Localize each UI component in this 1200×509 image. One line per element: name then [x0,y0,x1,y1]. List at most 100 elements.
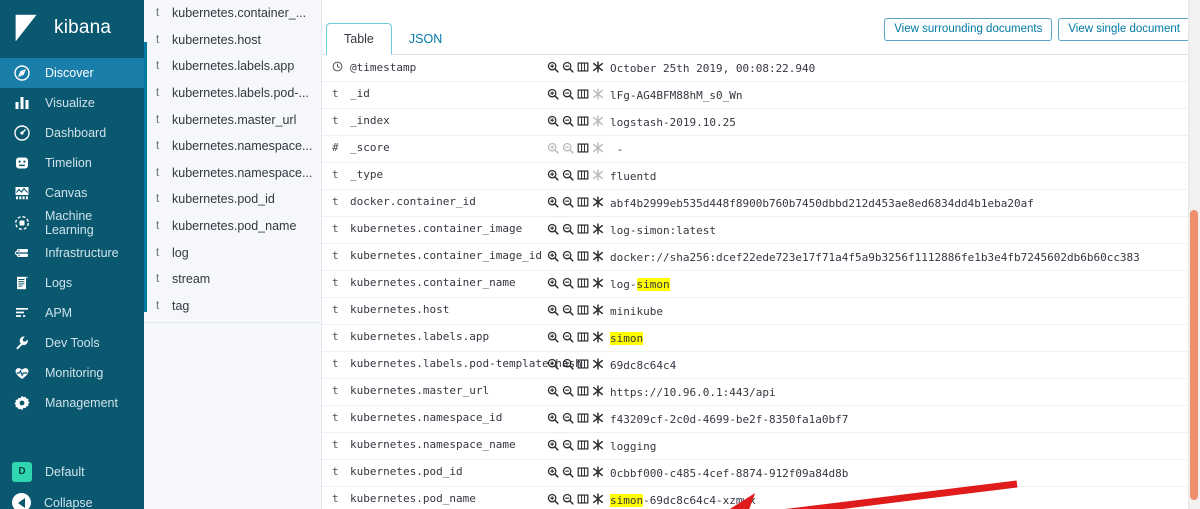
filter-for-field-present-icon[interactable] [592,277,604,289]
filter-for-value-icon[interactable] [547,250,559,262]
vertical-scrollbar-thumb[interactable] [1190,210,1198,500]
filter-for-field-present-icon[interactable] [592,385,604,397]
filter-for-value-icon[interactable] [547,466,559,478]
toggle-column-in-table-icon[interactable] [577,385,589,397]
toggle-column-in-table-icon[interactable] [577,169,589,181]
field-list-item[interactable]: t kubernetes.labels.pod-... [144,80,321,107]
toggle-column-in-table-icon[interactable] [577,439,589,451]
filter-out-value-icon[interactable] [562,169,574,181]
filter-for-value-icon[interactable] [547,331,559,343]
toggle-column-in-table-icon[interactable] [577,331,589,343]
toggle-column-in-table-icon[interactable] [577,358,589,370]
filter-out-value-icon[interactable] [562,331,574,343]
space-selector[interactable]: D Default [0,456,144,487]
filter-out-value-icon[interactable] [562,385,574,397]
filter-out-value-icon[interactable] [562,142,574,154]
filter-for-field-present-icon[interactable] [592,493,604,505]
filter-out-value-icon[interactable] [562,439,574,451]
field-list-item[interactable]: t tag [144,293,321,320]
filter-for-field-present-icon[interactable] [592,439,604,451]
filter-for-field-present-icon[interactable] [592,88,604,100]
toggle-column-in-table-icon[interactable] [577,142,589,154]
filter-for-value-icon[interactable] [547,358,559,370]
filter-for-value-icon[interactable] [547,304,559,316]
filter-for-value-icon[interactable] [547,385,559,397]
filter-for-field-present-icon[interactable] [592,61,604,73]
toggle-column-in-table-icon[interactable] [577,466,589,478]
toggle-column-in-table-icon[interactable] [577,250,589,262]
sidebar-item-canvas[interactable]: Canvas [0,178,144,208]
vertical-scroll-gutter[interactable] [1188,0,1200,509]
tab-table[interactable]: Table [326,23,392,55]
filter-out-value-icon[interactable] [562,412,574,424]
field-list-item[interactable]: t log [144,239,321,266]
filter-for-field-present-icon[interactable] [592,196,604,208]
toggle-column-in-table-icon[interactable] [577,61,589,73]
filter-for-value-icon[interactable] [547,88,559,100]
filter-for-value-icon[interactable] [547,223,559,235]
filter-out-value-icon[interactable] [562,277,574,289]
toggle-column-in-table-icon[interactable] [577,493,589,505]
sidebar-item-logs[interactable]: Logs [0,268,144,298]
field-list-item[interactable]: t kubernetes.container_... [144,0,321,27]
tab-json[interactable]: JSON [392,24,459,54]
filter-for-field-present-icon[interactable] [592,169,604,181]
filter-out-value-icon[interactable] [562,61,574,73]
sidebar-item-infrastructure[interactable]: Infrastructure [0,238,144,268]
sidebar-item-dashboard[interactable]: Dashboard [0,118,144,148]
filter-out-value-icon[interactable] [562,358,574,370]
sidebar-item-discover[interactable]: Discover [0,58,144,88]
toggle-column-in-table-icon[interactable] [577,223,589,235]
filter-for-field-present-icon[interactable] [592,466,604,478]
filter-out-value-icon[interactable] [562,304,574,316]
view-surrounding-documents-button[interactable]: View surrounding documents [884,18,1053,42]
field-list-item[interactable]: t kubernetes.host [144,27,321,54]
filter-out-value-icon[interactable] [562,223,574,235]
kibana-brand[interactable]: kibana [0,0,144,56]
filter-for-value-icon[interactable] [547,439,559,451]
filter-out-value-icon[interactable] [562,493,574,505]
field-list-item[interactable]: t kubernetes.pod_id [144,186,321,213]
field-list-item[interactable]: t kubernetes.namespace... [144,160,321,187]
filter-out-value-icon[interactable] [562,466,574,478]
filter-for-field-present-icon[interactable] [592,358,604,370]
filter-for-field-present-icon[interactable] [592,223,604,235]
filter-for-value-icon[interactable] [547,61,559,73]
filter-for-field-present-icon[interactable] [592,250,604,262]
filter-for-field-present-icon[interactable] [592,115,604,127]
filter-out-value-icon[interactable] [562,115,574,127]
toggle-column-in-table-icon[interactable] [577,88,589,100]
filter-for-value-icon[interactable] [547,169,559,181]
filter-out-value-icon[interactable] [562,88,574,100]
sidebar-item-visualize[interactable]: Visualize [0,88,144,118]
toggle-column-in-table-icon[interactable] [577,412,589,424]
filter-for-value-icon[interactable] [547,493,559,505]
field-list-item[interactable]: t stream [144,266,321,293]
sidebar-item-machine-learning[interactable]: Machine Learning [0,208,144,238]
sidebar-item-monitoring[interactable]: Monitoring [0,358,144,388]
sidebar-item-management[interactable]: Management [0,388,144,418]
filter-out-value-icon[interactable] [562,250,574,262]
filter-for-value-icon[interactable] [547,196,559,208]
collapse-nav-button[interactable]: Collapse [0,487,144,509]
toggle-column-in-table-icon[interactable] [577,304,589,316]
filter-for-value-icon[interactable] [547,142,559,154]
field-list-item[interactable]: t kubernetes.pod_name [144,213,321,240]
toggle-column-in-table-icon[interactable] [577,196,589,208]
view-single-document-button[interactable]: View single document [1058,18,1190,42]
filter-for-field-present-icon[interactable] [592,142,604,154]
filter-for-value-icon[interactable] [547,277,559,289]
field-list-item[interactable]: t kubernetes.labels.app [144,53,321,80]
filter-for-value-icon[interactable] [547,412,559,424]
toggle-column-in-table-icon[interactable] [577,277,589,289]
field-list-item[interactable]: t kubernetes.namespace... [144,133,321,160]
toggle-column-in-table-icon[interactable] [577,115,589,127]
field-list-item[interactable]: t kubernetes.master_url [144,106,321,133]
sidebar-item-dev-tools[interactable]: Dev Tools [0,328,144,358]
filter-for-value-icon[interactable] [547,115,559,127]
filter-for-field-present-icon[interactable] [592,412,604,424]
sidebar-item-apm[interactable]: APM [0,298,144,328]
filter-for-field-present-icon[interactable] [592,304,604,316]
filter-for-field-present-icon[interactable] [592,331,604,343]
sidebar-item-timelion[interactable]: Timelion [0,148,144,178]
